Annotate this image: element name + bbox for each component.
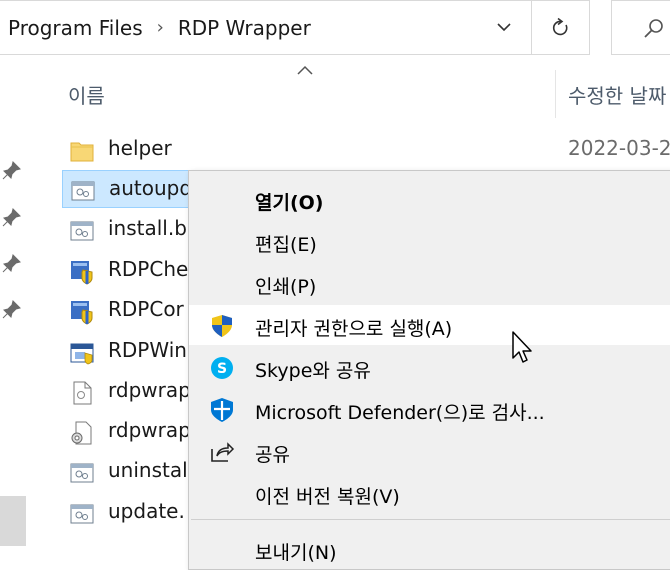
menu-item-label: 이전 버전 복원(V)	[255, 486, 400, 508]
file-row-selected[interactable]: autoupd	[62, 170, 193, 208]
menu-item-label: Skype와 공유	[255, 360, 371, 382]
chevron-down-icon[interactable]	[493, 16, 515, 38]
menu-item-label: 공유	[255, 444, 290, 466]
menu-item-share[interactable]: 공유	[189, 431, 670, 471]
refresh-icon	[552, 17, 567, 35]
file-name: RDPWin	[108, 338, 187, 362]
file-name: RDPCor	[108, 297, 184, 321]
file-name: uninstal	[108, 458, 188, 482]
column-divider[interactable]	[555, 70, 556, 118]
menu-item-label: 편집(E)	[255, 234, 317, 256]
address-bar[interactable]: Program Files › RDP Wrapper	[0, 0, 532, 55]
file-name: helper	[108, 136, 172, 160]
context-menu[interactable]: 열기(O) 편집(E) 인쇄(P) 관리자 권한으로 실행(A) S Skype…	[188, 170, 670, 570]
dll-gear-icon	[71, 421, 92, 445]
uac-shield-icon	[212, 315, 232, 337]
refresh-button[interactable]	[532, 0, 590, 55]
menu-item-restore-previous[interactable]: 이전 버전 복원(V)	[189, 473, 670, 513]
batch-file-icon	[70, 221, 94, 241]
sort-ascending-icon	[297, 65, 313, 75]
file-name: rdpwrap	[108, 378, 191, 402]
menu-item-print[interactable]: 인쇄(P)	[189, 263, 670, 303]
batch-file-icon	[70, 504, 94, 524]
defender-icon	[211, 398, 233, 422]
pin-icon	[2, 161, 21, 180]
column-date-label: 수정한 날짜	[568, 84, 667, 108]
pin-icon	[2, 208, 21, 227]
breadcrumb-separator[interactable]: ›	[157, 17, 164, 38]
file-name: install.b	[108, 216, 187, 240]
pin-icon	[2, 254, 21, 273]
menu-item-open[interactable]: 열기(O)	[189, 179, 670, 219]
pin-icon	[2, 300, 21, 319]
menu-item-label: 관리자 권한으로 실행(A)	[255, 318, 453, 340]
menu-divider	[191, 519, 670, 520]
file-name: RDPChe	[108, 257, 189, 281]
shield-exe-icon	[71, 261, 93, 285]
column-header-date[interactable]: 수정한 날짜	[568, 60, 670, 120]
nav-selected-item[interactable]	[0, 496, 26, 546]
batch-file-icon	[70, 463, 94, 483]
menu-item-send-to[interactable]: 보내기(N)	[189, 529, 670, 569]
shield-exe-icon	[71, 301, 93, 325]
folder-icon	[70, 142, 94, 162]
share-icon	[211, 442, 235, 462]
menu-item-label: 열기(O)	[255, 192, 324, 214]
menu-item-skype-share[interactable]: S Skype와 공유	[189, 347, 670, 387]
menu-item-label: Microsoft Defender(으)로 검사...	[255, 402, 545, 424]
batch-file-icon	[71, 181, 95, 201]
menu-item-edit[interactable]: 편집(E)	[189, 221, 670, 261]
file-name: rdpwrap	[108, 418, 191, 442]
file-name: autoupd	[109, 176, 193, 200]
file-name: update.	[108, 499, 185, 523]
menu-item-run-as-admin[interactable]: 관리자 권한으로 실행(A)	[189, 305, 670, 345]
breadcrumb-rdp-wrapper[interactable]: RDP Wrapper	[178, 16, 311, 40]
menu-item-label: 인쇄(P)	[255, 276, 317, 298]
app-window-icon	[70, 343, 94, 365]
menu-item-label: 보내기(N)	[255, 542, 337, 564]
file-date: 2022-03-2	[568, 136, 670, 160]
search-box[interactable]	[611, 0, 670, 55]
file-row[interactable]: helper 2022-03-2	[62, 131, 670, 169]
breadcrumb-program-files[interactable]: Program Files	[0, 16, 143, 40]
svg-text:S: S	[217, 361, 227, 377]
skype-icon: S	[211, 357, 233, 379]
column-name-label: 이름	[68, 84, 105, 108]
navigation-pane[interactable]	[0, 55, 32, 560]
mouse-cursor-icon	[512, 331, 532, 363]
menu-item-defender-scan[interactable]: Microsoft Defender(으)로 검사...	[189, 389, 670, 429]
document-icon	[73, 381, 92, 405]
search-icon	[644, 19, 663, 38]
